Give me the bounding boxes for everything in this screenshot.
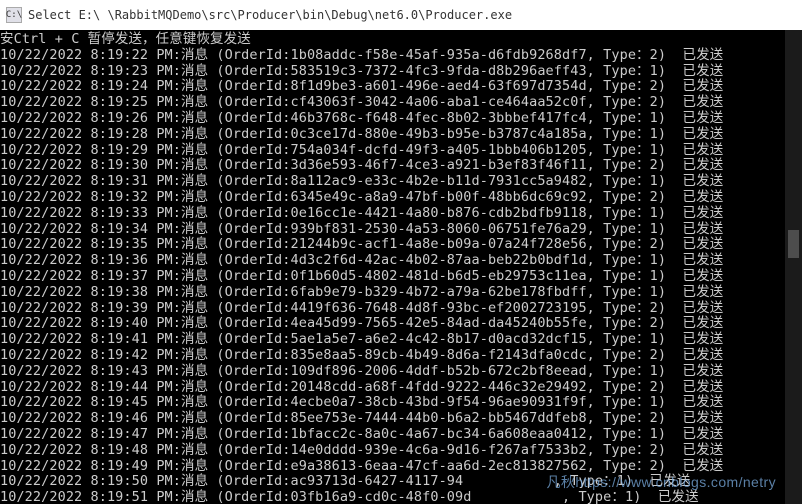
log-line: 10/22/2022 8:19:33 PM:消息 (OrderId:0e16cc…	[0, 206, 802, 222]
log-line: 10/22/2022 8:19:22 PM:消息 (OrderId:1b08ad…	[0, 48, 802, 64]
log-line: 10/22/2022 8:19:34 PM:消息 (OrderId:939bf8…	[0, 222, 802, 238]
log-line: 10/22/2022 8:19:44 PM:消息 (OrderId:20148c…	[0, 380, 802, 396]
log-line: 10/22/2022 8:19:37 PM:消息 (OrderId:0f1b60…	[0, 269, 802, 285]
log-line: 10/22/2022 8:19:35 PM:消息 (OrderId:21244b…	[0, 237, 802, 253]
window-title: Select E:\ \RabbitMQDemo\src\Producer\bi…	[28, 8, 512, 22]
log-line: 10/22/2022 8:19:36 PM:消息 (OrderId:4d3c2f…	[0, 253, 802, 269]
log-line: 10/22/2022 8:19:24 PM:消息 (OrderId:8f1d9b…	[0, 79, 802, 95]
log-line: 10/22/2022 8:19:41 PM:消息 (OrderId:5ae1a5…	[0, 332, 802, 348]
log-line: 10/22/2022 8:19:26 PM:消息 (OrderId:46b376…	[0, 111, 802, 127]
log-line: 10/22/2022 8:19:45 PM:消息 (OrderId:4ecbe0…	[0, 395, 802, 411]
log-line: 10/22/2022 8:19:39 PM:消息 (OrderId:4419f6…	[0, 301, 802, 317]
console-output[interactable]: 安Ctrl + C 暂停发送，任意键恢复发送10/22/2022 8:19:22…	[0, 30, 802, 504]
watermark-text: 凡秋https://www.cnblogs.com/netry	[547, 472, 776, 492]
log-line: 10/22/2022 8:19:25 PM:消息 (OrderId:cf4306…	[0, 95, 802, 111]
log-line: 10/22/2022 8:19:31 PM:消息 (OrderId:8a112a…	[0, 174, 802, 190]
log-line: 10/22/2022 8:19:46 PM:消息 (OrderId:85ee75…	[0, 411, 802, 427]
log-line: 10/22/2022 8:19:30 PM:消息 (OrderId:3d36e5…	[0, 158, 802, 174]
window-titlebar: C:\ Select E:\ \RabbitMQDemo\src\Produce…	[0, 0, 802, 30]
console-header-line: 安Ctrl + C 暂停发送，任意键恢复发送	[0, 32, 802, 48]
log-line: 10/22/2022 8:19:42 PM:消息 (OrderId:835e8a…	[0, 348, 802, 364]
app-icon: C:\	[6, 7, 22, 23]
scrollbar-thumb[interactable]	[788, 230, 799, 258]
log-line: 10/22/2022 8:19:47 PM:消息 (OrderId:1bfacc…	[0, 427, 802, 443]
log-line: 10/22/2022 8:19:48 PM:消息 (OrderId:14e0dd…	[0, 443, 802, 459]
log-line: 10/22/2022 8:19:38 PM:消息 (OrderId:6fab9e…	[0, 285, 802, 301]
log-line: 10/22/2022 8:19:51 PM:消息 (OrderId:03fb16…	[0, 490, 802, 504]
log-line: 10/22/2022 8:19:43 PM:消息 (OrderId:109df8…	[0, 364, 802, 380]
log-line: 10/22/2022 8:19:28 PM:消息 (OrderId:0c3ce1…	[0, 127, 802, 143]
vertical-scrollbar[interactable]	[785, 30, 802, 504]
log-line: 10/22/2022 8:19:32 PM:消息 (OrderId:6345e4…	[0, 190, 802, 206]
log-line: 10/22/2022 8:19:29 PM:消息 (OrderId:754a03…	[0, 143, 802, 159]
log-line: 10/22/2022 8:19:40 PM:消息 (OrderId:4ea45d…	[0, 316, 802, 332]
